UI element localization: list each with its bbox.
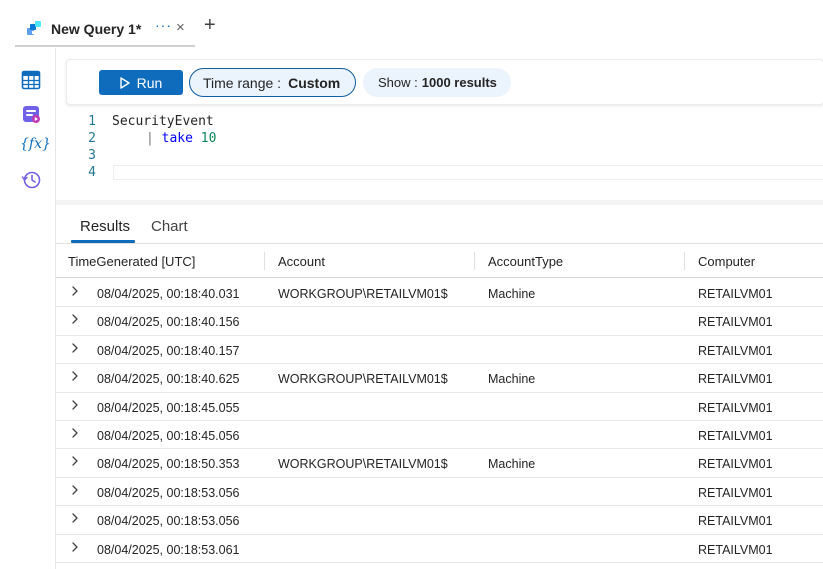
cell-timegenerated: 08/04/2025, 00:18:40.625 (97, 372, 240, 387)
table-row[interactable]: 08/04/2025, 00:18:53.056 RETAILVM01 (56, 506, 823, 535)
expand-chevron-icon[interactable] (70, 541, 80, 553)
tab-new-query-1[interactable]: New Query 1* ··· × (15, 14, 195, 47)
play-icon (119, 76, 130, 89)
cell-computer: RETAILVM01 (698, 372, 773, 387)
cell-timegenerated: 08/04/2025, 00:18:40.157 (97, 343, 240, 358)
table-row[interactable]: 08/04/2025, 00:18:40.625 WORKGROUP\RETAIL… (56, 364, 823, 393)
cell-computer: RETAILVM01 (698, 457, 773, 472)
column-resize-handle[interactable] (264, 252, 265, 270)
results-grid-body: 08/04/2025, 00:18:40.031 WORKGROUP\RETAIL… (56, 279, 823, 563)
cell-computer: RETAILVM01 (698, 315, 773, 330)
cell-computer: RETAILVM01 (698, 400, 773, 415)
show-label: Show : (378, 75, 418, 90)
cell-timegenerated: 08/04/2025, 00:18:53.056 (97, 485, 240, 500)
pipe-token: | (146, 131, 154, 146)
history-icon[interactable] (21, 170, 41, 190)
expand-chevron-icon[interactable] (70, 427, 80, 439)
tab-close-icon[interactable]: × (176, 19, 185, 36)
cell-timegenerated: 08/04/2025, 00:18:53.056 (97, 514, 240, 529)
time-range-picker[interactable]: Time range : Custom (189, 68, 356, 97)
table-row[interactable]: 08/04/2025, 00:18:53.061 RETAILVM01 (56, 535, 823, 563)
table-row[interactable]: 08/04/2025, 00:18:40.031 WORKGROUP\RETAIL… (56, 279, 823, 308)
code-line-2[interactable]: | take 10 (146, 131, 216, 146)
expand-chevron-icon[interactable] (70, 484, 80, 496)
column-resize-handle[interactable] (474, 252, 475, 270)
tab-chart[interactable]: Chart (151, 218, 188, 235)
new-tab-button[interactable]: + (204, 15, 216, 35)
cell-timegenerated: 08/04/2025, 00:18:50.353 (97, 457, 240, 472)
number-token: 10 (200, 131, 217, 146)
current-line-highlight (113, 165, 823, 180)
expand-chevron-icon[interactable] (70, 512, 80, 524)
query-editor[interactable]: 1 2 3 4 SecurityEvent | take 10 (56, 110, 823, 200)
expand-chevron-icon[interactable] (70, 342, 80, 354)
line-number: 2 (88, 131, 96, 146)
table-row[interactable]: 08/04/2025, 00:18:45.055 RETAILVM01 (56, 393, 823, 421)
cell-computer: RETAILVM01 (698, 542, 773, 557)
tab-results[interactable]: Results (80, 218, 130, 235)
time-range-label: Time range : (203, 74, 282, 91)
results-grid-header: TimeGenerated [UTC] Account AccountType … (56, 244, 823, 278)
run-button-label: Run (136, 74, 163, 91)
column-resize-handle[interactable] (684, 252, 685, 270)
cell-account: WORKGROUP\RETAILVM01$ (278, 457, 448, 472)
time-range-value: Custom (288, 74, 341, 91)
code-line-1[interactable]: SecurityEvent (112, 114, 214, 129)
result-limit-picker[interactable]: Show : 1000 results (363, 68, 511, 97)
cell-timegenerated: 08/04/2025, 00:18:40.156 (97, 315, 240, 330)
tab-more-icon[interactable]: ··· (155, 17, 172, 33)
query-packs-icon[interactable] (21, 104, 41, 124)
table-row[interactable]: 08/04/2025, 00:18:40.156 RETAILVM01 (56, 307, 823, 336)
table-row[interactable]: 08/04/2025, 00:18:40.157 RETAILVM01 (56, 336, 823, 365)
column-header-computer[interactable]: Computer (698, 254, 755, 269)
query-toolbar: Run Time range : Custom Show : 1000 resu… (66, 59, 823, 105)
cell-accounttype: Machine (488, 372, 536, 387)
cell-computer: RETAILVM01 (698, 514, 773, 529)
line-number: 1 (88, 114, 96, 129)
cell-accounttype: Machine (488, 457, 536, 472)
cell-timegenerated: 08/04/2025, 00:18:53.061 (97, 542, 240, 557)
expand-chevron-icon[interactable] (70, 370, 80, 382)
column-header-accounttype[interactable]: AccountType (488, 254, 563, 269)
column-header-timegenerated[interactable]: TimeGenerated [UTC] (68, 254, 195, 269)
cell-timegenerated: 08/04/2025, 00:18:45.056 (97, 428, 240, 443)
table-row[interactable]: 08/04/2025, 00:18:53.056 RETAILVM01 (56, 478, 823, 507)
log-analytics-icon (27, 21, 41, 35)
tab-bar: New Query 1* ··· × + (0, 0, 823, 48)
expand-chevron-icon[interactable] (70, 285, 80, 297)
tab-title: New Query 1* (51, 21, 142, 37)
keyword-token: take (161, 131, 193, 146)
cell-account: WORKGROUP\RETAILVM01$ (278, 287, 448, 301)
functions-icon[interactable]: {fx} (20, 136, 51, 156)
table-row[interactable]: 08/04/2025, 00:18:50.353 WORKGROUP\RETAIL… (56, 449, 823, 478)
line-number: 3 (88, 148, 96, 163)
cell-computer: RETAILVM01 (698, 343, 773, 358)
cell-computer: RETAILVM01 (698, 287, 773, 301)
column-header-account[interactable]: Account (278, 254, 325, 269)
cell-computer: RETAILVM01 (698, 485, 773, 500)
table-row[interactable]: 08/04/2025, 00:18:45.056 RETAILVM01 (56, 421, 823, 450)
expand-chevron-icon[interactable] (70, 455, 80, 467)
cell-timegenerated: 08/04/2025, 00:18:40.031 (97, 287, 240, 301)
line-number: 4 (88, 165, 96, 180)
show-value: 1000 results (421, 75, 497, 90)
cell-accounttype: Machine (488, 287, 536, 301)
expand-chevron-icon[interactable] (70, 313, 80, 325)
cell-timegenerated: 08/04/2025, 00:18:45.055 (97, 400, 240, 415)
cell-computer: RETAILVM01 (698, 428, 773, 443)
table-name-token: SecurityEvent (112, 114, 214, 129)
left-rail: {fx} (0, 48, 56, 569)
run-button[interactable]: Run (99, 70, 183, 95)
editor-results-divider[interactable] (56, 200, 823, 205)
expand-chevron-icon[interactable] (70, 399, 80, 411)
cell-account: WORKGROUP\RETAILVM01$ (278, 372, 448, 387)
table-icon[interactable] (21, 70, 41, 90)
